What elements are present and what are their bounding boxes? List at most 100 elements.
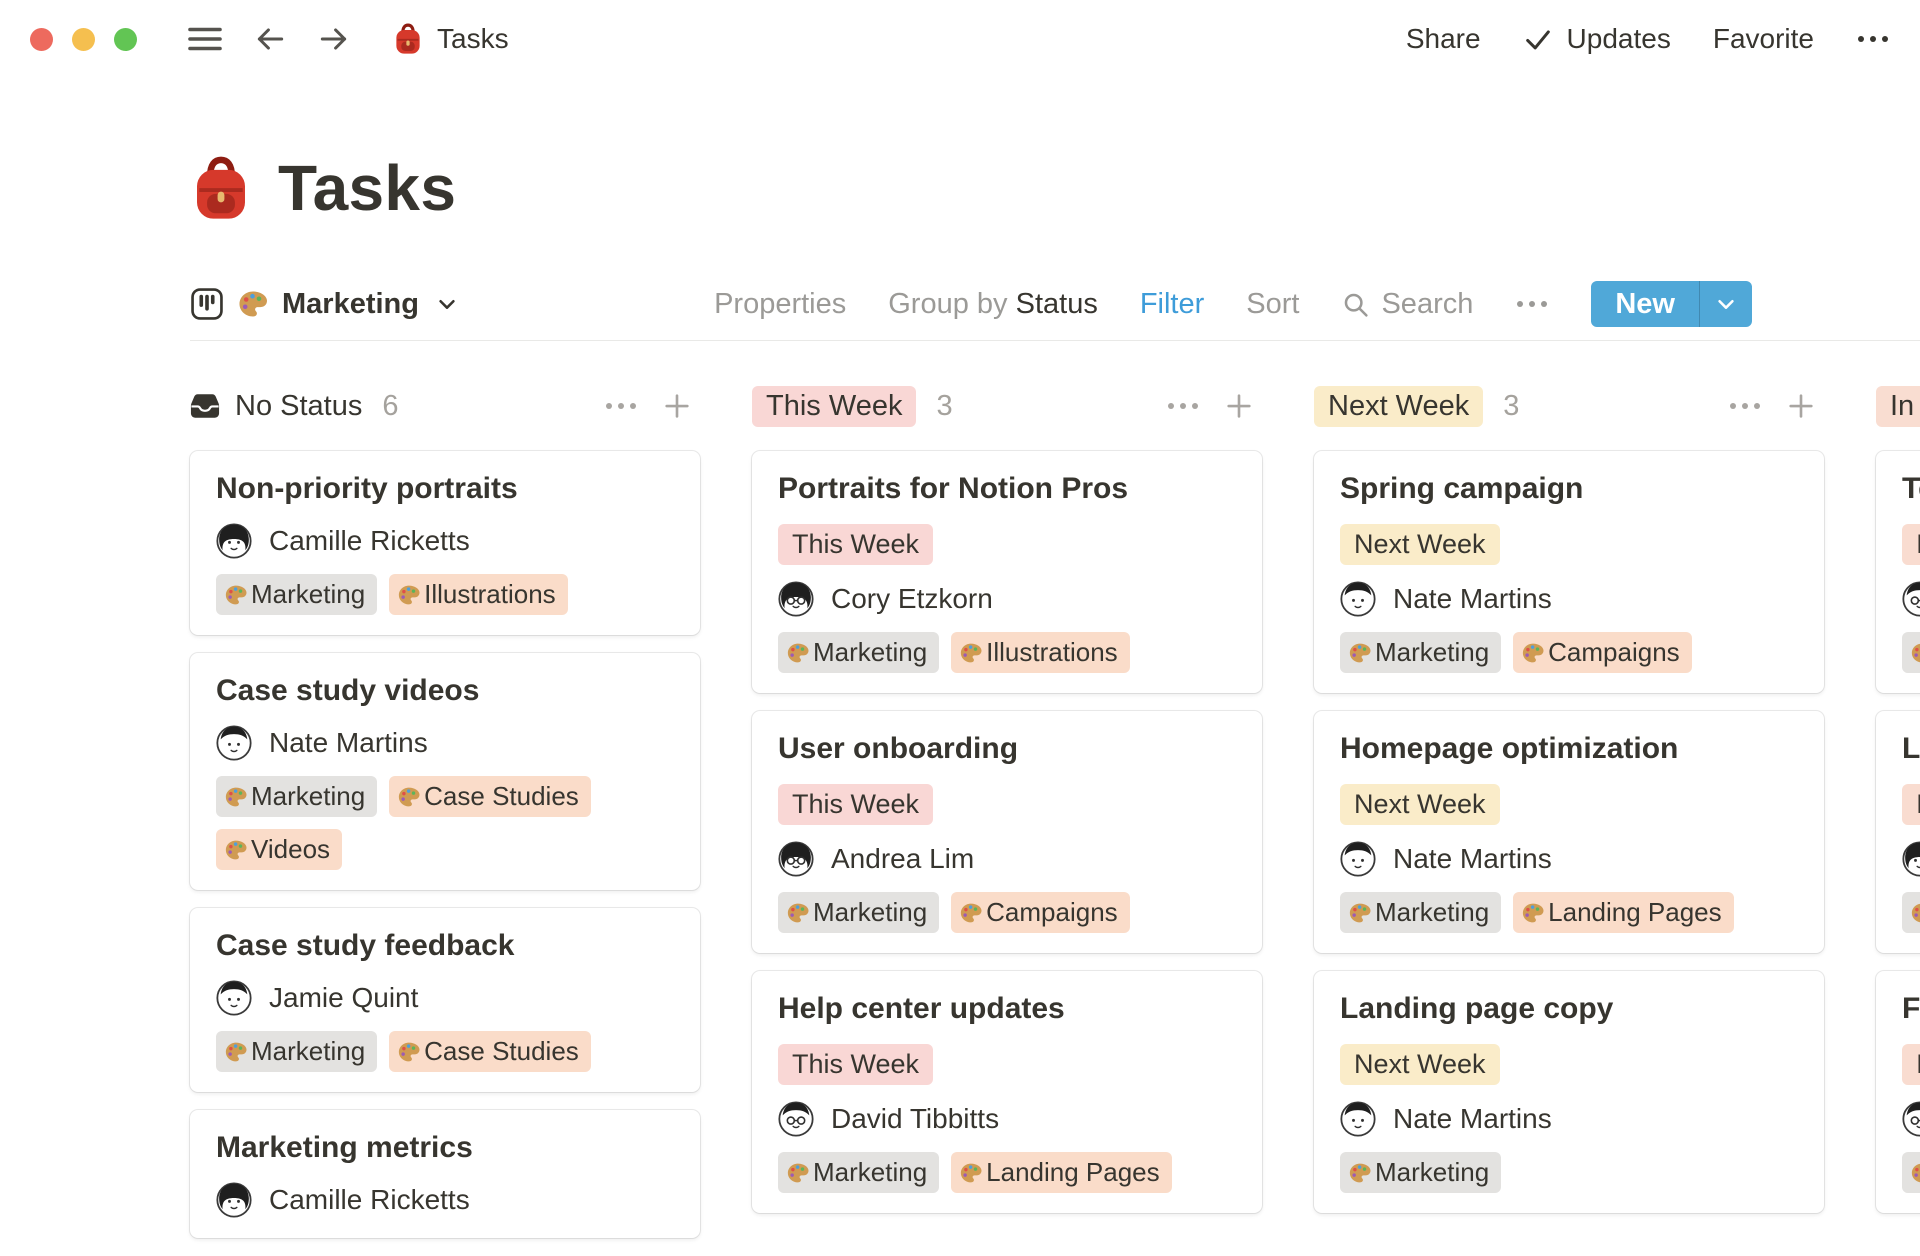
- titlebar-actions: Share Updates Favorite: [1406, 23, 1890, 55]
- properties-button[interactable]: Properties: [714, 288, 846, 321]
- tag-label: Marketing: [813, 637, 927, 668]
- assignee: D: [1902, 581, 1920, 617]
- new-button-label[interactable]: New: [1591, 281, 1699, 327]
- tag-label: Case Studies: [424, 781, 579, 812]
- avatar: [1902, 581, 1920, 617]
- palette-icon: [959, 901, 983, 925]
- tag-list: M: [1902, 1152, 1920, 1193]
- column-more-icon[interactable]: [1166, 400, 1200, 412]
- tag-list: Marketing Illustrations: [216, 574, 674, 615]
- close-window-button[interactable]: [30, 28, 53, 51]
- view-more-icon[interactable]: [1515, 298, 1549, 310]
- assignee-name: Nate Martins: [269, 727, 428, 759]
- column-label[interactable]: This Week: [752, 386, 916, 427]
- tag-list: M: [1902, 632, 1920, 673]
- card-title: Non-priority portraits: [216, 471, 674, 507]
- card-title: Case study videos: [216, 673, 674, 709]
- column-header: This Week 3: [752, 385, 1262, 427]
- forward-icon[interactable]: [317, 22, 351, 56]
- new-button[interactable]: New: [1591, 281, 1752, 327]
- minimize-window-button[interactable]: [72, 28, 95, 51]
- tag: Marketing: [778, 632, 939, 673]
- updates-button[interactable]: Updates: [1523, 23, 1671, 55]
- favorite-button[interactable]: Favorite: [1713, 23, 1814, 55]
- card-title: Fix s: [1902, 991, 1920, 1027]
- view-switcher[interactable]: Marketing: [190, 287, 458, 321]
- more-options-icon[interactable]: [1856, 33, 1890, 45]
- tag: Illustrations: [389, 574, 568, 615]
- column-add-icon[interactable]: [662, 391, 692, 421]
- column-label[interactable]: Next Week: [1314, 386, 1483, 427]
- tag-label: Marketing: [813, 897, 927, 928]
- window-controls: [30, 28, 137, 51]
- share-button[interactable]: Share: [1406, 23, 1481, 55]
- palette-icon: [1521, 641, 1545, 665]
- card-title: Landing page copy: [1340, 991, 1798, 1027]
- task-card[interactable]: Portraits for Notion ProsThis WeekCory E…: [752, 451, 1262, 693]
- sort-button[interactable]: Sort: [1246, 288, 1299, 321]
- group-by-button[interactable]: Group by Status: [888, 288, 1098, 321]
- assignee: Nate Martins: [1340, 841, 1798, 877]
- filter-button[interactable]: Filter: [1140, 288, 1204, 321]
- updates-label: Updates: [1567, 23, 1671, 55]
- status-row: This Week: [778, 1044, 1236, 1085]
- status-row: This Week: [778, 524, 1236, 565]
- palette-icon: [224, 838, 248, 862]
- task-card[interactable]: Marketing metricsCamille Ricketts: [190, 1110, 700, 1238]
- column-label[interactable]: No Status: [190, 390, 362, 423]
- column-label[interactable]: In Pr: [1876, 386, 1920, 427]
- task-card[interactable]: Landing page copyNext WeekNate MartinsMa…: [1314, 971, 1824, 1213]
- avatar: [216, 1182, 252, 1218]
- toolbar-divider: [190, 340, 1920, 341]
- task-card[interactable]: LanIn PCMLa: [1876, 711, 1920, 953]
- assignee: Nate Martins: [216, 725, 674, 761]
- task-card[interactable]: User onboardingThis WeekAndrea LimMarket…: [752, 711, 1262, 953]
- search-button[interactable]: Search: [1341, 288, 1473, 321]
- card-title: Homepage optimization: [1340, 731, 1798, 767]
- task-card[interactable]: Non-priority portraitsCamille RickettsMa…: [190, 451, 700, 635]
- column-more-icon[interactable]: [604, 400, 638, 412]
- column-more-icon[interactable]: [1728, 400, 1762, 412]
- task-card[interactable]: Fix sIn PDM: [1876, 971, 1920, 1213]
- zoom-window-button[interactable]: [114, 28, 137, 51]
- page-title[interactable]: Tasks: [278, 151, 456, 225]
- card-title: Tear: [1902, 471, 1920, 507]
- assignee: David Tibbitts: [778, 1101, 1236, 1137]
- task-card[interactable]: Tear In P DM: [1876, 451, 1920, 693]
- tag: Marketing: [216, 574, 377, 615]
- task-card[interactable]: Help center updates This Week David Tibbit…: [752, 971, 1262, 1213]
- column-count: 3: [936, 390, 952, 423]
- task-card[interactable]: Homepage optimization Next Week Nate Marti…: [1314, 711, 1824, 953]
- breadcrumb-title[interactable]: Tasks: [437, 23, 509, 55]
- tag: M: [1902, 632, 1920, 673]
- inbox-icon: [190, 391, 220, 421]
- column-add-icon[interactable]: [1786, 391, 1816, 421]
- card-title: Help center updates: [778, 991, 1236, 1027]
- card-title: Case study feedback: [216, 928, 674, 964]
- column-add-icon[interactable]: [1224, 391, 1254, 421]
- task-card[interactable]: Spring campaignNext WeekNate MartinsMark…: [1314, 451, 1824, 693]
- avatar: [216, 980, 252, 1016]
- search-label: Search: [1381, 288, 1473, 321]
- palette-icon: [237, 288, 269, 320]
- task-card[interactable]: Case study videosNate MartinsMarketingCa…: [190, 653, 700, 890]
- palette-icon: [786, 641, 810, 665]
- new-dropdown-chevron-icon[interactable]: [1700, 281, 1752, 327]
- assignee: C: [1902, 841, 1920, 877]
- page-backpack-icon[interactable]: [190, 156, 252, 221]
- tag-label: Illustrations: [986, 637, 1118, 668]
- back-icon[interactable]: [253, 22, 287, 56]
- tag-label: Case Studies: [424, 1036, 579, 1067]
- tag: Campaigns: [1513, 632, 1692, 673]
- view-name: Marketing: [282, 288, 419, 321]
- assignee-name: Nate Martins: [1393, 1103, 1552, 1135]
- task-card[interactable]: Case study feedbackJamie QuintMarketingC…: [190, 908, 700, 1092]
- palette-icon: [397, 583, 421, 607]
- sidebar-menu-icon[interactable]: [187, 24, 223, 54]
- avatar: [778, 581, 814, 617]
- tag-list: MarketingLanding Pages: [778, 1152, 1236, 1193]
- column-actions: [1728, 391, 1824, 421]
- assignee-name: Camille Ricketts: [269, 1184, 470, 1216]
- status-row: In P: [1902, 524, 1920, 565]
- status-row: Next Week: [1340, 784, 1798, 825]
